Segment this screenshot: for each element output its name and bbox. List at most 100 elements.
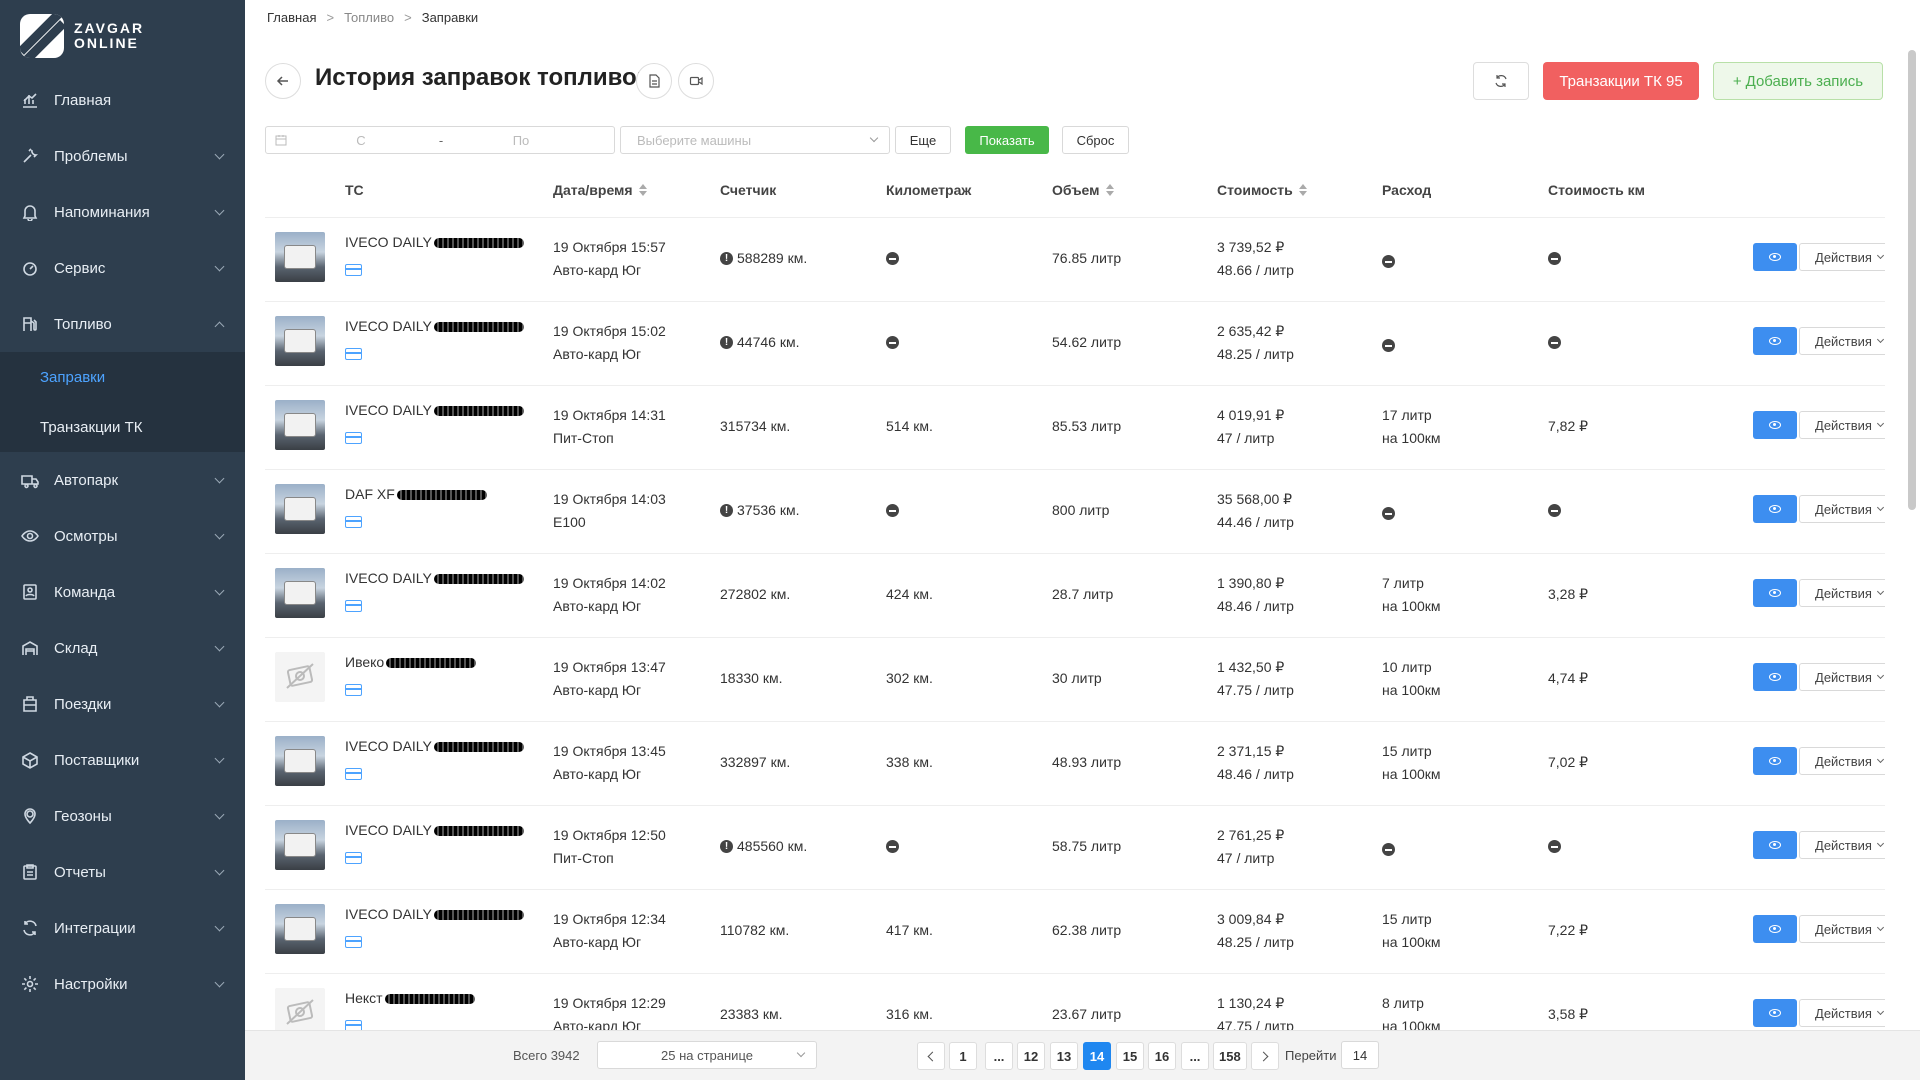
date-to-input[interactable]: По bbox=[456, 133, 586, 148]
vehicle-name[interactable]: IVECO DAILY bbox=[345, 402, 524, 418]
view-button[interactable] bbox=[1753, 243, 1797, 271]
tk-transactions-button[interactable]: Транзакции ТК 95 bbox=[1543, 62, 1699, 100]
table-row[interactable]: IVECO DAILY 19 Октября 13:45 Авто-кард Юг 3… bbox=[265, 722, 1885, 806]
actions-dropdown[interactable]: Действия bbox=[1799, 243, 1885, 271]
page-button[interactable]: 15 bbox=[1116, 1042, 1144, 1070]
export-document-button[interactable] bbox=[636, 63, 672, 99]
vehicle-photo[interactable] bbox=[275, 568, 325, 618]
view-button[interactable] bbox=[1753, 999, 1797, 1027]
sidebar-item-bell[interactable]: Напоминания bbox=[0, 184, 245, 240]
date-range-picker[interactable]: С - По bbox=[265, 126, 615, 154]
refresh-button[interactable] bbox=[1473, 62, 1529, 100]
column-datetime[interactable]: Дата/время bbox=[553, 182, 647, 198]
table-row[interactable]: IVECO DAILY 19 Октября 14:02 Авто-кард Юг 2… bbox=[265, 554, 1885, 638]
page-button[interactable]: 16 bbox=[1148, 1042, 1176, 1070]
page-ellipsis[interactable]: ... bbox=[1181, 1042, 1209, 1070]
page-button[interactable]: 1 bbox=[949, 1042, 977, 1070]
actions-dropdown[interactable]: Действия bbox=[1799, 327, 1885, 355]
page-ellipsis[interactable]: ... bbox=[985, 1042, 1013, 1070]
sidebar-subitem-0[interactable]: Заправки bbox=[0, 352, 245, 402]
sort-icon[interactable] bbox=[638, 184, 647, 196]
column-volume[interactable]: Объем bbox=[1052, 182, 1114, 198]
prev-page-button[interactable] bbox=[917, 1042, 945, 1070]
view-button[interactable] bbox=[1753, 579, 1797, 607]
view-button[interactable] bbox=[1753, 411, 1797, 439]
page-button[interactable]: 12 bbox=[1017, 1042, 1045, 1070]
sort-icon[interactable] bbox=[1298, 184, 1307, 196]
sidebar-item-dashboard[interactable]: Главная bbox=[0, 72, 245, 128]
view-button[interactable] bbox=[1753, 747, 1797, 775]
table-row[interactable]: IVECO DAILY 19 Октября 15:02 Авто-кард Юг!… bbox=[265, 302, 1885, 386]
page-button[interactable]: 158 bbox=[1213, 1042, 1247, 1070]
per-page-select[interactable]: 25 на странице bbox=[597, 1041, 817, 1069]
vehicle-name[interactable]: Некст bbox=[345, 990, 475, 1006]
page-button[interactable]: 13 bbox=[1050, 1042, 1078, 1070]
vehicle-name[interactable]: IVECO DAILY bbox=[345, 906, 524, 922]
table-row[interactable]: Некст 19 Октября 12:29 Авто-кард Юг 23383 к… bbox=[265, 974, 1885, 1030]
more-filters-button[interactable]: Еще bbox=[895, 126, 951, 154]
sidebar-item-sync[interactable]: Интеграции bbox=[0, 900, 245, 956]
vehicle-name[interactable]: IVECO DAILY bbox=[345, 822, 524, 838]
vehicle-name[interactable]: IVECO DAILY bbox=[345, 738, 524, 754]
table-row[interactable]: IVECO DAILY 19 Октября 15:57 Авто-кард Юг!… bbox=[265, 218, 1885, 302]
sidebar-item-truck[interactable]: Автопарк bbox=[0, 452, 245, 508]
view-button[interactable] bbox=[1753, 831, 1797, 859]
add-record-button[interactable]: + Добавить запись bbox=[1713, 62, 1883, 100]
breadcrumb-home[interactable]: Главная bbox=[267, 10, 316, 25]
view-button[interactable] bbox=[1753, 663, 1797, 691]
sidebar-item-badge[interactable]: Команда bbox=[0, 564, 245, 620]
actions-dropdown[interactable]: Действия bbox=[1799, 831, 1885, 859]
sidebar-item-eye[interactable]: Осмотры bbox=[0, 508, 245, 564]
table-row[interactable]: Ивеко 19 Октября 13:47 Авто-кард Юг 18330 к… bbox=[265, 638, 1885, 722]
actions-dropdown[interactable]: Действия bbox=[1799, 915, 1885, 943]
vehicle-photo[interactable] bbox=[275, 484, 325, 534]
table-row[interactable]: IVECO DAILY 19 Октября 14:31 Пит-Стоп 31573… bbox=[265, 386, 1885, 470]
vehicle-name[interactable]: IVECO DAILY bbox=[345, 570, 524, 586]
vehicle-select[interactable]: Выберите машины bbox=[620, 126, 890, 154]
logo[interactable]: ZAVGAR ONLINE bbox=[0, 0, 245, 72]
actions-dropdown[interactable]: Действия bbox=[1799, 747, 1885, 775]
vehicle-photo[interactable] bbox=[275, 904, 325, 954]
table-row[interactable]: DAF XF 19 Октября 14:03 E100! 37536 км. 800 … bbox=[265, 470, 1885, 554]
column-cost[interactable]: Стоимость bbox=[1217, 182, 1307, 198]
sidebar-item-wrench[interactable]: Проблемы bbox=[0, 128, 245, 184]
view-button[interactable] bbox=[1753, 915, 1797, 943]
table-row[interactable]: IVECO DAILY 19 Октября 12:50 Пит-Стоп! 4855… bbox=[265, 806, 1885, 890]
vehicle-name[interactable]: IVECO DAILY bbox=[345, 318, 524, 334]
sidebar-subitem-1[interactable]: Транзакции ТК bbox=[0, 402, 245, 452]
video-guide-button[interactable] bbox=[678, 63, 714, 99]
vehicle-photo[interactable] bbox=[275, 820, 325, 870]
sidebar-item-pin[interactable]: Геозоны bbox=[0, 788, 245, 844]
sidebar-item-clipboard[interactable]: Отчеты bbox=[0, 844, 245, 900]
sidebar-item-gauge[interactable]: Сервис bbox=[0, 240, 245, 296]
back-button[interactable] bbox=[265, 63, 301, 99]
vehicle-photo[interactable] bbox=[275, 232, 325, 282]
goto-page-input[interactable]: 14 bbox=[1341, 1041, 1379, 1069]
vehicle-name[interactable]: IVECO DAILY bbox=[345, 234, 524, 250]
reset-button[interactable]: Сброс bbox=[1062, 126, 1129, 154]
vehicle-name[interactable]: Ивеко bbox=[345, 654, 477, 670]
page-button[interactable]: 14 bbox=[1083, 1042, 1111, 1070]
sidebar-item-fuel-pump[interactable]: Топливо bbox=[0, 296, 245, 352]
actions-dropdown[interactable]: Действия bbox=[1799, 579, 1885, 607]
actions-dropdown[interactable]: Действия bbox=[1799, 663, 1885, 691]
vehicle-photo[interactable] bbox=[275, 400, 325, 450]
sidebar-item-warehouse[interactable]: Склад bbox=[0, 620, 245, 676]
breadcrumb-section[interactable]: Топливо bbox=[344, 10, 394, 25]
next-page-button[interactable] bbox=[1251, 1042, 1279, 1070]
scrollbar[interactable] bbox=[1908, 50, 1916, 510]
vehicle-photo[interactable] bbox=[275, 736, 325, 786]
sort-icon[interactable] bbox=[1105, 184, 1114, 196]
show-button[interactable]: Показать bbox=[965, 126, 1049, 154]
sidebar-item-gear[interactable]: Настройки bbox=[0, 956, 245, 1012]
sidebar-item-trips[interactable]: Поездки bbox=[0, 676, 245, 732]
vehicle-name[interactable]: DAF XF bbox=[345, 486, 487, 502]
vehicle-photo[interactable] bbox=[275, 316, 325, 366]
table-row[interactable]: IVECO DAILY 19 Октября 12:34 Авто-кард Юг 1… bbox=[265, 890, 1885, 974]
view-button[interactable] bbox=[1753, 327, 1797, 355]
actions-dropdown[interactable]: Действия bbox=[1799, 495, 1885, 523]
actions-dropdown[interactable]: Действия bbox=[1799, 411, 1885, 439]
view-button[interactable] bbox=[1753, 495, 1797, 523]
actions-dropdown[interactable]: Действия bbox=[1799, 999, 1885, 1027]
date-from-input[interactable]: С bbox=[296, 133, 426, 148]
